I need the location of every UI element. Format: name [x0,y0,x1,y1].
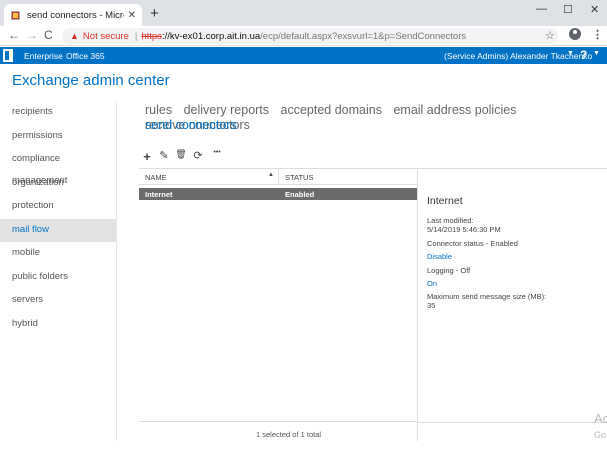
column-name-label: NAME [145,173,167,182]
disable-link[interactable]: Disable [427,252,452,261]
browser-tab-strip: send connectors - Microsoft Exc ✕ + — ☐ … [0,0,607,26]
activation-watermark: Ac [594,411,607,426]
nav-item-servers[interactable]: servers [0,289,116,313]
tab-close-icon[interactable]: ✕ [128,10,136,21]
tab-delivery-reports[interactable]: delivery reports [184,103,269,117]
logging-on-link[interactable]: On [427,279,437,288]
url-separator: | [134,30,138,42]
connector-status: Connector status - Enabled [427,239,518,248]
last-modified-label: Last modified: [427,216,474,225]
tab-accepted-domains[interactable]: accepted domains [281,103,382,117]
office365-link[interactable]: Office 365 [66,51,105,61]
url-path: /ecp/default.aspx?exsvurl=1&p=SendConnec… [260,30,467,42]
list-footer-divider [139,421,418,422]
address-bar-row: ← → C ▲ Not secure | https ://kv-ex01.co… [0,26,607,46]
browser-tab[interactable]: send connectors - Microsoft Exc ✕ [4,4,142,26]
help-chevron-icon[interactable]: ▼ [593,50,600,57]
details-footer-divider [418,422,607,423]
delete-icon[interactable]: 🗑 [175,149,187,164]
enterprise-link[interactable]: Enterprise [24,51,63,61]
nav-item-mail-flow[interactable]: mail flow [0,218,116,242]
url-scheme: https [141,30,162,42]
row-status-cell: Enabled [285,189,315,199]
max-size-value: 35 [427,301,436,310]
nav-item-recipients[interactable]: recipients [0,101,116,125]
mail-flow-tabs: rules delivery reports accepted domains … [145,103,605,133]
account-icon[interactable] [569,28,581,40]
connectors-list: NAME ▲ STATUS Internet Enabled 1 selecte… [139,168,418,441]
list-header: NAME ▲ STATUS [139,168,417,185]
selection-count: 1 selected of 1 total [256,430,322,439]
app-title: Exchange admin center [12,72,170,89]
exchange-favicon-icon [10,9,21,21]
url-field[interactable]: ▲ Not secure | https ://kv-ex01.corp.ait… [62,28,558,44]
warning-icon: ▲ [70,31,79,41]
maximize-button[interactable]: ☐ [563,3,573,16]
last-modified-value: 5/14/2019 5:46:30 PM [427,225,501,234]
new-tab-button[interactable]: + [150,5,159,22]
refresh-icon[interactable]: ⟳ [192,149,204,164]
left-nav: recipients permissions compliance manage… [0,101,116,336]
nav-item-protection[interactable]: protection [0,195,116,219]
column-header-status[interactable]: STATUS [279,169,319,184]
browser-menu-icon[interactable]: ⋮ [592,28,603,41]
back-button[interactable]: ← [8,28,20,42]
row-name-cell: Internet [145,189,173,199]
max-size-label: Maximum send message size (MB): [427,292,547,301]
add-icon[interactable]: + [141,149,153,164]
help-icon[interactable]: ? [580,48,587,62]
sort-ascending-icon[interactable]: ▲ [268,172,274,178]
table-row[interactable]: Internet Enabled [139,188,417,200]
tab-send-connectors[interactable]: send connectors [145,118,237,132]
nav-divider [116,101,117,441]
nav-item-hybrid[interactable]: hybrid [0,313,116,337]
nav-item-public-folders[interactable]: public folders [0,266,116,290]
office-logo-icon[interactable] [3,49,13,62]
minimize-button[interactable]: — [536,3,547,15]
nav-item-compliance-management[interactable]: compliance management [0,148,116,186]
toolbar: + ✎ 🗑 ⟳ ••• [141,149,225,164]
more-icon[interactable]: ••• [209,149,225,164]
column-header-name[interactable]: NAME ▲ [139,169,279,184]
close-window-button[interactable]: ✕ [590,3,599,16]
tab-rules[interactable]: rules [145,103,172,117]
logging-status: Logging - Off [427,266,471,275]
bookmark-star-icon[interactable]: ☆ [545,29,555,42]
nav-item-permissions[interactable]: permissions [0,125,116,149]
activation-watermark-sub: Go [594,430,607,440]
tab-title: send connectors - Microsoft Exc [27,9,124,21]
nav-item-organization[interactable]: organization [0,172,116,196]
o365-top-bar: Enterprise Office 365 (Service Admins) A… [0,47,607,64]
url-host: ://kv-ex01.corp.ait.in.ua [161,30,261,42]
tab-email-address-policies[interactable]: email address policies [393,103,516,117]
details-pane: Internet Last modified: 5/14/2019 5:46:3… [418,168,607,423]
not-secure-label[interactable]: Not secure [83,31,129,42]
details-title: Internet [427,195,463,207]
edit-icon[interactable]: ✎ [158,149,170,164]
forward-button[interactable]: → [26,28,38,42]
nav-item-mobile[interactable]: mobile [0,242,116,266]
reload-button[interactable]: C [44,28,53,42]
user-menu-chevron-icon[interactable]: ▼ [567,50,574,57]
